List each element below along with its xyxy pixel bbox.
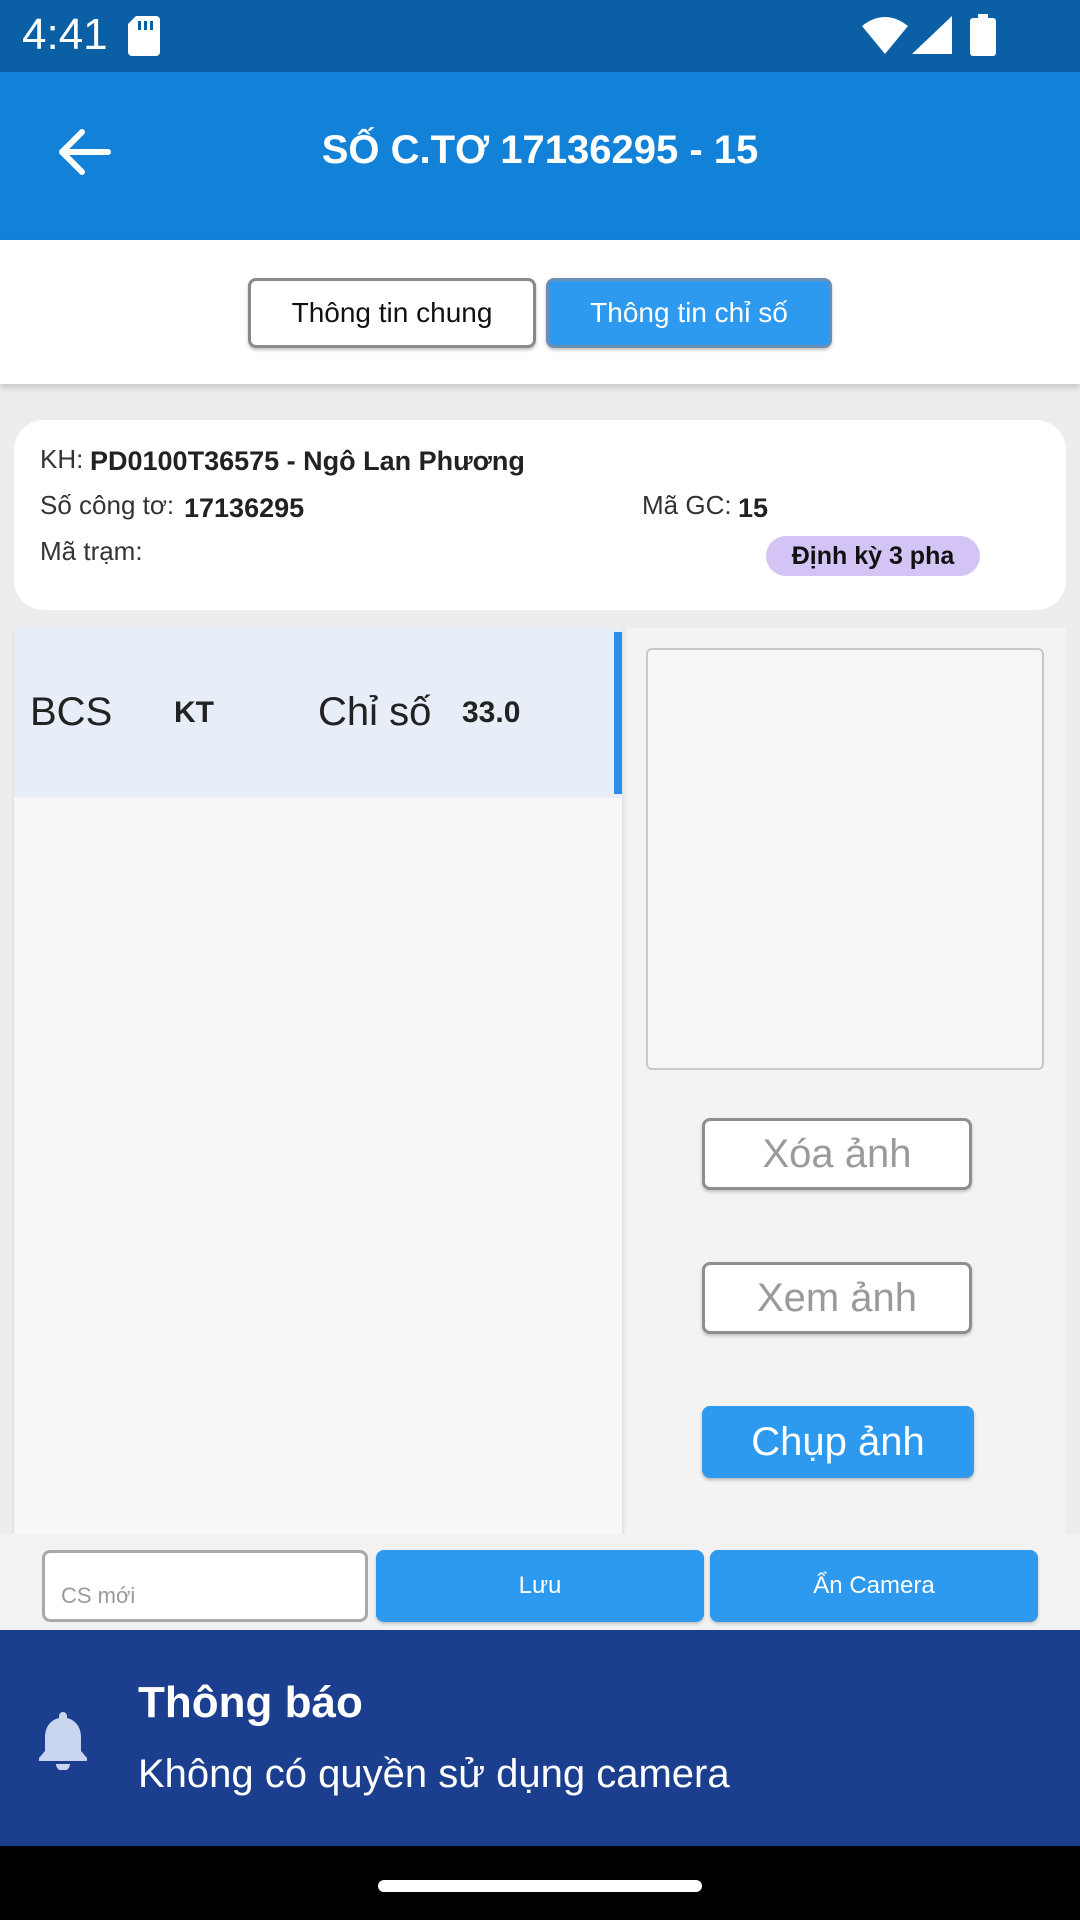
bell-icon (39, 1712, 87, 1770)
page-title: SỐ C.TƠ 17136295 - 15 (321, 128, 759, 172)
customer-value: PD0100T36575 - Ngô Lan Phương (90, 446, 525, 476)
delete-photo-button[interactable]: Xóa ảnh (702, 1118, 972, 1190)
reading-type-badge: Định kỳ 3 pha (766, 536, 980, 576)
meter-number-label: Số công tơ: (40, 490, 175, 520)
reading-index-value: 33.0 (462, 696, 521, 729)
gc-code-value: 15 (738, 493, 769, 523)
input-row: Lưu Ẩn Camera (0, 1534, 1080, 1630)
view-photo-button[interactable]: Xem ảnh (702, 1262, 972, 1334)
sd-card-icon (128, 16, 160, 56)
battery-icon (970, 14, 996, 56)
hide-camera-button[interactable]: Ẩn Camera (710, 1550, 1038, 1622)
camera-panel: Xóa ảnh Xem ảnh Chụp ảnh (626, 628, 1066, 1534)
customer-info-card: KH: PD0100T36575 - Ngô Lan Phương Số côn… (14, 420, 1066, 610)
app-bar: SỐ C.TƠ 17136295 - 15 (0, 72, 1080, 240)
reading-bcs: BCS (30, 690, 113, 734)
notification-title: Thông báo (138, 1678, 363, 1727)
notification-message: Không có quyền sử dụng camera (138, 1752, 730, 1796)
photo-preview (646, 648, 1044, 1070)
status-bar: 4:41 (0, 0, 1080, 72)
status-time: 4:41 (22, 10, 108, 59)
selected-indicator (614, 632, 622, 794)
notification-banner[interactable]: Thông báo Không có quyền sử dụng camera (0, 1630, 1080, 1846)
capture-photo-button[interactable]: Chụp ảnh (702, 1406, 974, 1478)
navigation-bar (0, 1846, 1080, 1920)
tab-general-info[interactable]: Thông tin chung (248, 278, 536, 348)
screen: 4:41 SỐ C.TƠ 17136295 - 15 Thông tin chu… (0, 0, 1080, 1920)
list-item[interactable]: BCS KT Chỉ số 33.0 (14, 628, 622, 798)
meter-number-value: 17136295 (184, 493, 305, 523)
signal-icon (912, 16, 952, 54)
station-code-label: Mã trạm: (40, 536, 143, 566)
reading-index-label: Chỉ số (318, 690, 432, 734)
home-indicator[interactable] (378, 1880, 702, 1892)
gc-code-label: Mã GC: (642, 490, 732, 520)
readings-list: BCS KT Chỉ số 33.0 (14, 628, 622, 1534)
wifi-icon (862, 17, 908, 54)
save-button[interactable]: Lưu (376, 1550, 704, 1622)
customer-label: KH: (40, 444, 84, 474)
reading-type: KT (174, 696, 214, 729)
tab-bar: Thông tin chung Thông tin chỉ số (0, 240, 1080, 384)
new-index-input[interactable] (42, 1550, 368, 1622)
tab-index-info[interactable]: Thông tin chỉ số (546, 278, 832, 348)
